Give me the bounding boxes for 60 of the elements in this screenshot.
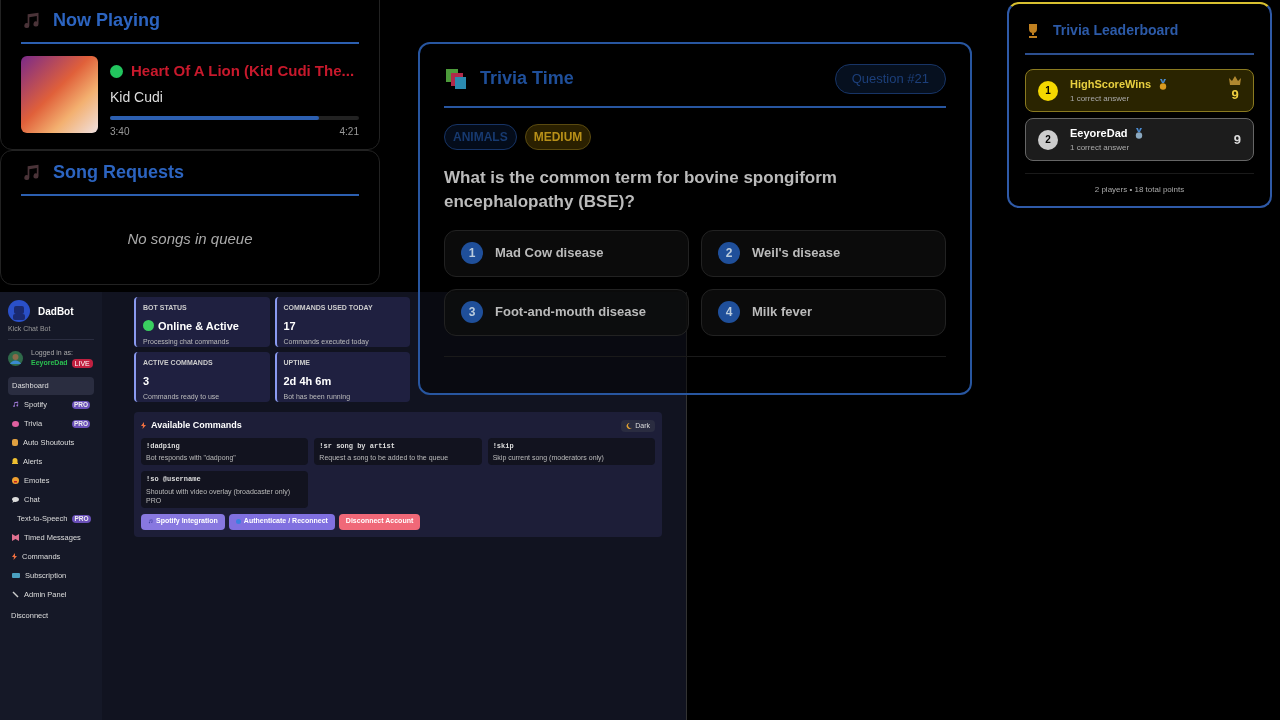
question-number-badge: Question #21 [834, 64, 946, 94]
robot-avatar-icon [8, 300, 30, 322]
question-text: What is the common term for bovine spongiform encephalopathy (BSE)? [444, 166, 838, 213]
panel-title: Song Requests [53, 161, 185, 184]
ribbon-icon [12, 534, 19, 541]
music-note-icon [21, 10, 41, 31]
answer-option[interactable]: 2 Weil's disease [701, 229, 946, 277]
avatar-icon [8, 350, 23, 366]
face-icon [12, 477, 19, 484]
panel-title: Trivia Leaderboard [1053, 21, 1179, 40]
medal-icon [1135, 128, 1144, 139]
artist-name: Kid Cudi [110, 87, 164, 107]
rank-badge: 2 [1038, 129, 1058, 150]
panel-title: Now Playing [53, 9, 160, 32]
bell-icon [12, 458, 18, 465]
crown-icon [1229, 76, 1241, 86]
speech-bubble-icon [12, 496, 19, 503]
stacked-squares-icon [444, 66, 468, 91]
stat-value: Online & Active [158, 318, 239, 334]
answer-number: 3 [461, 301, 483, 323]
answer-text: Mad Cow disease [495, 244, 604, 263]
wrench-icon [12, 591, 19, 598]
answer-option[interactable]: 3 Foot-and-mouth disease [444, 288, 689, 336]
music-note-icon [12, 401, 19, 408]
answer-option[interactable]: 4 Milk fever [701, 288, 946, 336]
stat-value: 2d 4h 6m [283, 373, 332, 389]
moon-icon [626, 422, 633, 429]
answer-number: 1 [461, 242, 483, 264]
medal-icon [1159, 79, 1168, 90]
player-score: 9 [1233, 130, 1241, 149]
answer-text: Milk fever [752, 303, 812, 322]
tag: MEDIUM [524, 123, 592, 150]
elapsed-time: 3:40 [110, 124, 130, 139]
lightning-icon [12, 553, 17, 560]
circle-icon [235, 519, 241, 524]
empty-queue-text: No songs in queue [126, 229, 254, 249]
panel-title: Available Commands [151, 419, 242, 432]
track-title: Heart Of A Lion (Kid Cudi The... [131, 61, 355, 81]
tag: ANIMALS [444, 123, 517, 150]
stat-value: 3 [143, 373, 150, 389]
player-name: EeyoreDad [1070, 126, 1128, 142]
player-score: 9 [1231, 86, 1239, 105]
answer-number: 2 [718, 242, 740, 264]
leaderboard-summary: 2 players • 18 total points [1093, 184, 1186, 196]
panel-title: Trivia Time [480, 67, 574, 91]
player-name: HighScoreWins [1070, 77, 1152, 93]
music-note-icon [21, 162, 41, 183]
answer-number: 4 [718, 301, 740, 323]
stat-value: 17 [283, 318, 296, 334]
answer-option[interactable]: 1 Mad Cow disease [444, 229, 689, 277]
rank-badge: 1 [1038, 80, 1058, 101]
lightning-icon [141, 422, 146, 430]
answer-count: 1 correct answer [1070, 141, 1131, 154]
music-note-icon [148, 519, 153, 524]
answer-count: 1 correct answer [1070, 92, 1131, 105]
duration-time: 4:21 [339, 124, 359, 139]
card-icon [12, 573, 20, 578]
bot-name: DadBot [38, 304, 74, 319]
answer-text: Foot-and-mouth disease [495, 303, 646, 322]
answer-text: Weil's disease [752, 244, 841, 263]
